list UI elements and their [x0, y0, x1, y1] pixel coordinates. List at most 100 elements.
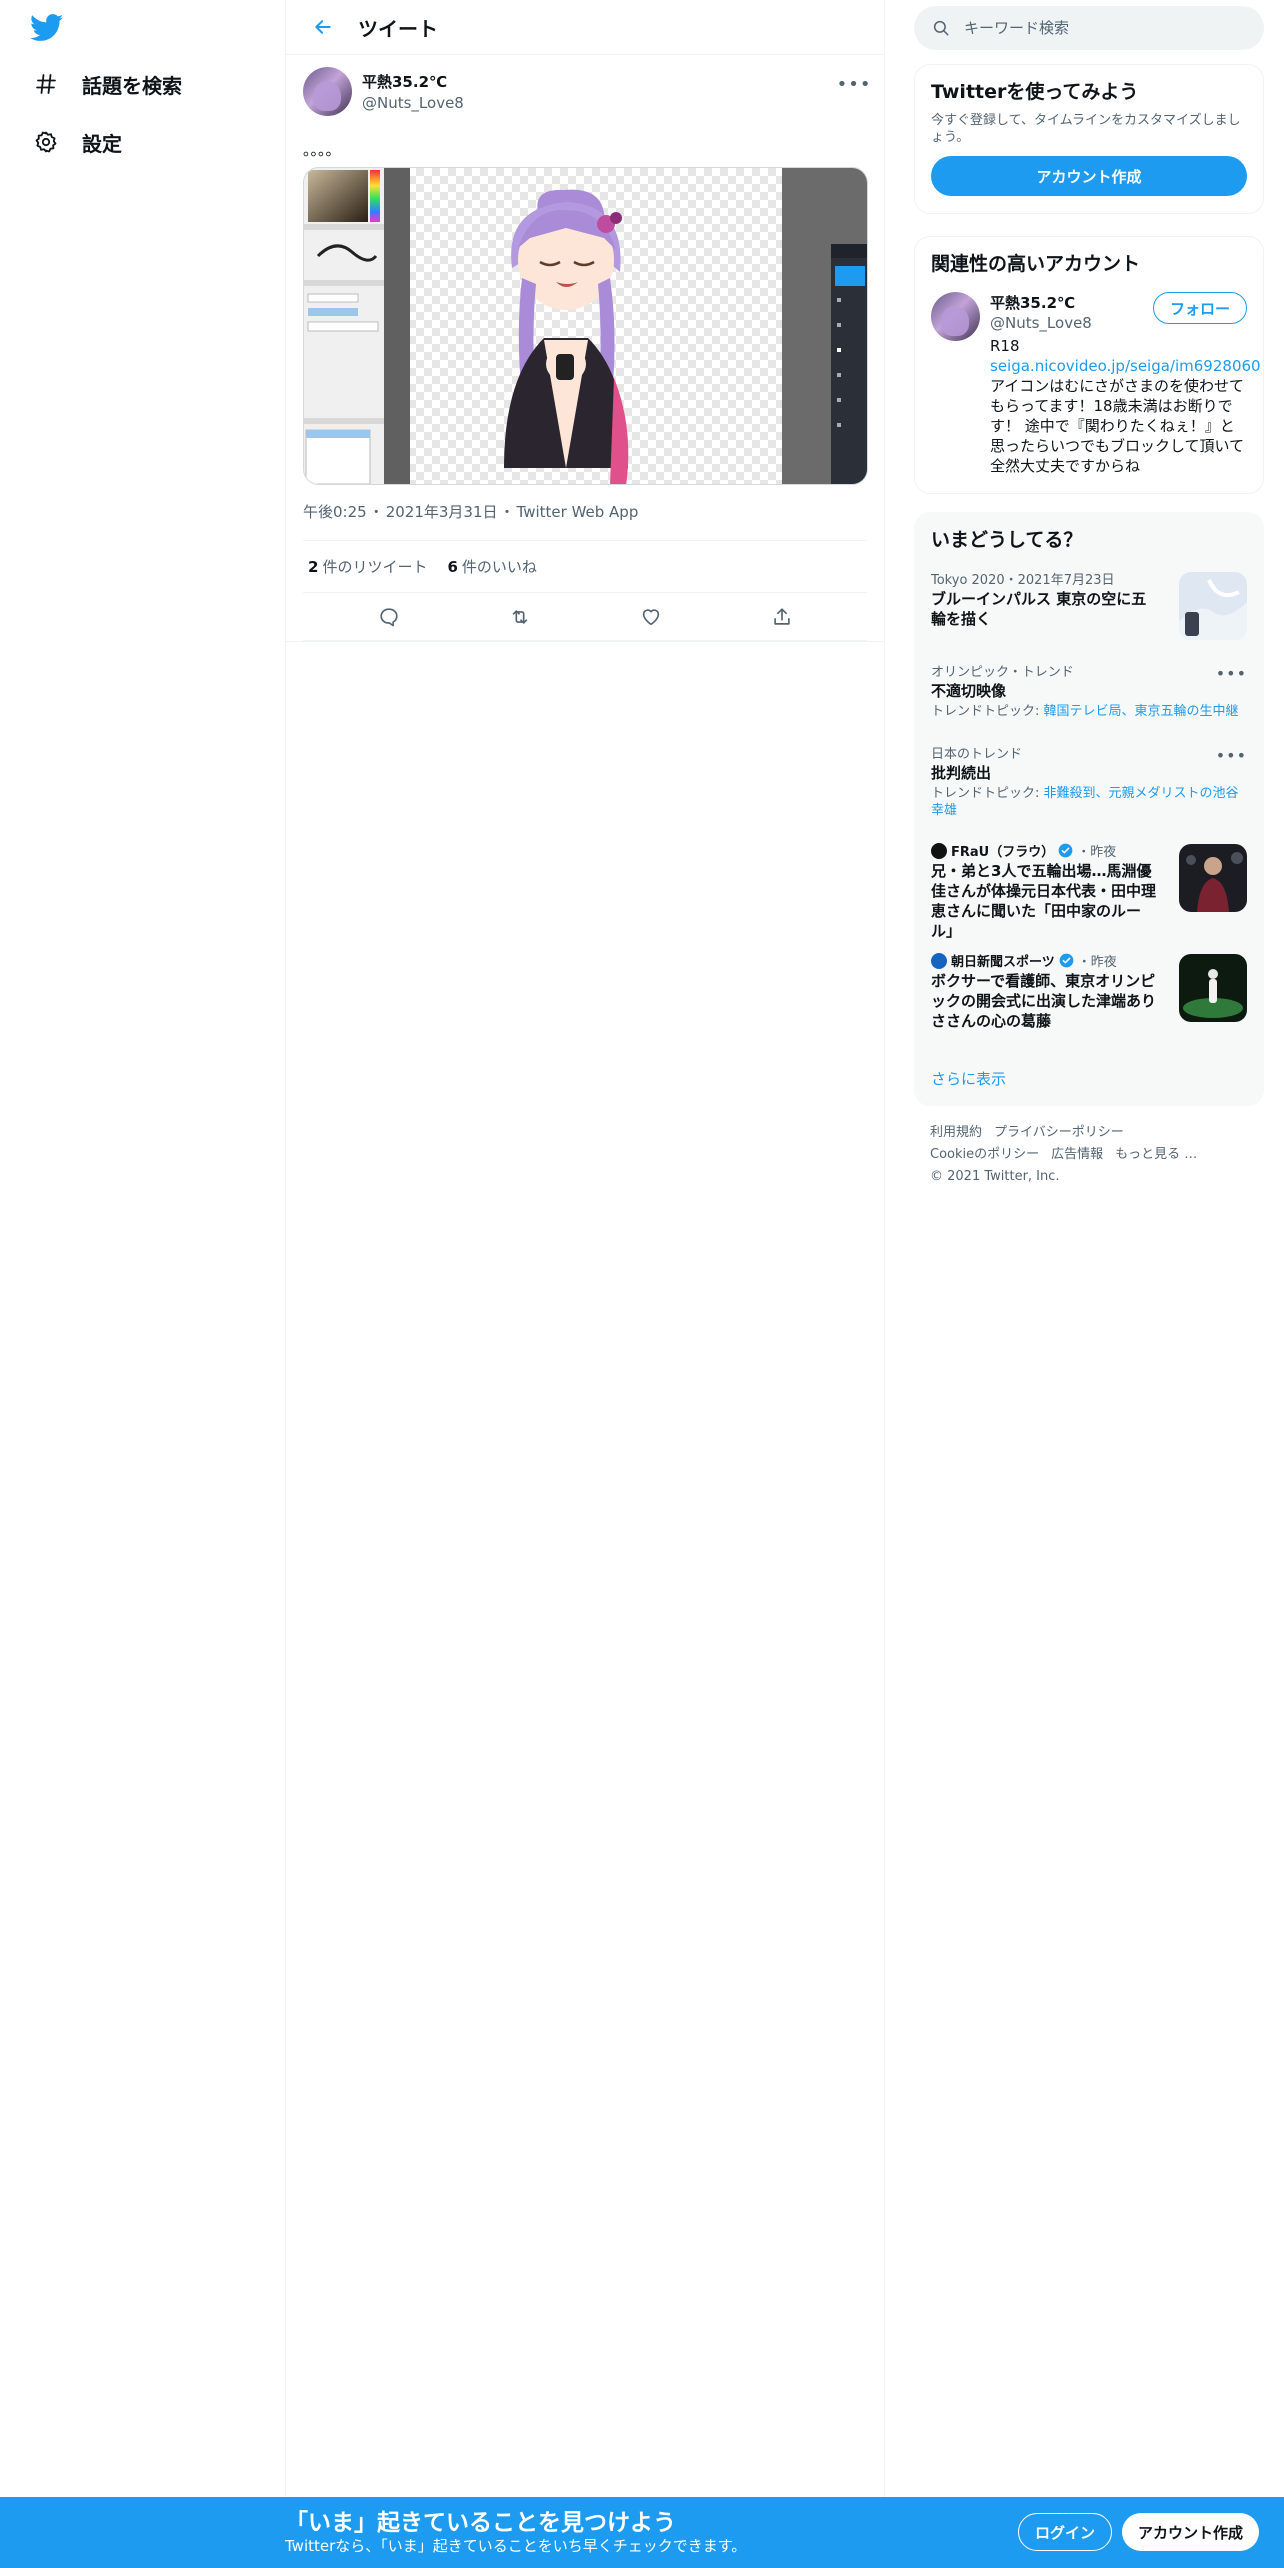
search-input[interactable]	[964, 19, 1234, 37]
trend-item[interactable]: オリンピック・トレンド 不適切映像 トレンドトピック: 韓国テレビ局、東京五輪の…	[915, 652, 1263, 734]
tweet-time: 午後0:25	[303, 503, 367, 521]
tweet-stats: 2 件のリツイート 6 件のいいね	[303, 540, 867, 593]
primary-column: ツイート 平熱35.2℃ @Nuts_Love8 ••• 。。。。 午後0:25…	[285, 0, 885, 2497]
user-handle[interactable]: @Nuts_Love8	[362, 94, 464, 112]
trend-topics: トレンドトピック: 韓国テレビ局、東京五輪の生中継	[931, 703, 1247, 720]
retweet-label: 件のリツイート	[322, 558, 428, 576]
bottom-bar-subtitle: Twitterなら、「いま」起きていることをいち早くチェックできます。	[285, 2537, 747, 2555]
trends-title: いまどうしてる？	[931, 529, 1083, 551]
trend-title: 不適切映像	[931, 682, 1007, 700]
trend-image	[1179, 572, 1247, 640]
tweet: 平熱35.2℃ @Nuts_Love8 ••• 。。。。 午後0:25 ・ 20…	[286, 55, 884, 642]
footer-links: 利用規約 プライバシーポリシー Cookieのポリシー 広告情報 もっと見る … © …	[914, 1122, 1264, 1188]
news-title: ボクサーで看護師、東京オリンピックの開会式に出演した津端ありささんの心の葛藤	[931, 972, 1157, 1030]
reply-button[interactable]	[369, 597, 409, 637]
divider	[286, 641, 884, 642]
avatar[interactable]	[303, 66, 352, 116]
signup-button[interactable]: アカウント作成	[1122, 2513, 1260, 2551]
arrow-left-icon	[315, 20, 331, 34]
trend-item[interactable]: 日本のトレンド 批判続出 トレンドトピック: 非難殺到、元親メダリストの池谷幸雄…	[915, 734, 1263, 832]
related-accounts-card: 関連性の高いアカウント 平熱35.2℃ @Nuts_Love8 R18 seig…	[914, 236, 1264, 494]
show-more-link[interactable]: さらに表示	[915, 1052, 1263, 1105]
news-source: FRaU（フラウ）	[951, 845, 1055, 860]
user-name[interactable]: 平熱35.2℃	[362, 71, 464, 92]
trend-topics-prefix: トレンドトピック:	[931, 786, 1044, 801]
like-button[interactable]	[631, 597, 671, 637]
tweet-text: 。。。。	[303, 141, 341, 159]
tweet-image[interactable]	[303, 167, 868, 485]
footer-link-cookies[interactable]: Cookieのポリシー	[930, 1147, 1039, 1162]
footer-link-privacy[interactable]: プライバシーポリシー	[994, 1125, 1124, 1140]
reply-icon	[379, 607, 398, 626]
footer-link-more[interactable]: もっと見る …	[1115, 1147, 1197, 1162]
signup-card: Twitterを使ってみよう 今すぐ登録して、タイムラインをカスタマイズしましょ…	[914, 64, 1264, 214]
news-image	[1179, 954, 1247, 1022]
verified-badge-icon	[1058, 843, 1073, 858]
retweet-number: 2	[308, 558, 319, 576]
related-title: 関連性の高いアカウント	[931, 253, 1141, 275]
tweet-actions	[303, 593, 867, 641]
related-bio-link[interactable]: seiga.nicovideo.jp/seiga/im6928060	[990, 356, 1261, 376]
follow-button[interactable]: フォロー	[1152, 292, 1247, 324]
trend-topics-links[interactable]: 韓国テレビ局、東京五輪の生中継	[1044, 704, 1239, 719]
back-button[interactable]	[306, 10, 340, 44]
create-account-button[interactable]: アカウント作成	[931, 156, 1247, 196]
related-account[interactable]: 平熱35.2℃ @Nuts_Love8 R18 seiga.nicovideo.…	[931, 292, 1261, 476]
trend-title: 批判続出	[931, 764, 992, 782]
search-icon	[933, 20, 949, 36]
verified-badge-icon	[1059, 953, 1074, 968]
footer-link-terms[interactable]: 利用規約	[930, 1125, 982, 1140]
news-item[interactable]: FRaU（フラウ） ・昨夜 兄・弟と3人で五輪出場…馬淵優佳さんが体操元日本代表…	[915, 832, 1263, 942]
retweet-icon	[512, 609, 527, 624]
trend-meta: オリンピック・トレンド	[931, 665, 1074, 680]
related-bio-text: アイコンはむにさがさまのを使わせてもらってます！18歳未満はお断りです！ 途中で…	[990, 377, 1245, 475]
trend-topics-prefix: トレンドトピック:	[931, 704, 1044, 719]
hashtag-icon	[32, 70, 60, 98]
news-image	[1179, 844, 1247, 912]
footer-link-ads[interactable]: 広告情報	[1051, 1147, 1103, 1162]
trend-item[interactable]: Tokyo 2020・2021年7月23日 ブルーインパルス 東京の空に五輪を描…	[915, 560, 1263, 652]
related-bio: R18	[990, 337, 1020, 355]
signup-description: 今すぐ登録して、タイムラインをカスタマイズしましょう。	[931, 113, 1241, 145]
retweet-count[interactable]: 2 件のリツイート	[308, 556, 427, 577]
trend-title: ブルーインパルス 東京の空に五輪を描く	[931, 590, 1147, 628]
news-source: 朝日新聞スポーツ	[951, 955, 1055, 970]
tweet-date: 2021年3月31日	[385, 503, 498, 521]
signup-title: Twitterを使ってみよう	[931, 81, 1139, 103]
copyright: © 2021 Twitter, Inc.	[930, 1169, 1060, 1184]
left-nav: 話題を検索 設定	[0, 0, 285, 2497]
news-item[interactable]: 朝日新聞スポーツ ・昨夜 ボクサーで看護師、東京オリンピックの開会式に出演した津…	[915, 942, 1263, 1052]
news-time: ・昨夜	[1077, 845, 1117, 860]
source-logo-icon	[931, 842, 947, 859]
tweet-header: 平熱35.2℃ @Nuts_Love8	[303, 65, 867, 117]
share-icon	[773, 607, 790, 625]
share-button[interactable]	[762, 597, 802, 637]
tweet-source: Twitter Web App	[516, 503, 639, 521]
like-number: 6	[447, 558, 458, 576]
avatar[interactable]	[931, 292, 980, 341]
news-time: ・昨夜	[1077, 955, 1117, 970]
source-logo-icon	[931, 952, 947, 969]
login-button[interactable]: ログイン	[1018, 2513, 1113, 2551]
page-title: ツイート	[358, 16, 438, 41]
nav-label-explore: 話題を検索	[82, 73, 182, 98]
search-box[interactable]	[914, 6, 1264, 50]
bottom-signup-bar: 「いま」起きていることを見つけよう Twitterなら、「いま」起きていることを…	[0, 2497, 1284, 2568]
news-title: 兄・弟と3人で五輪出場…馬淵優佳さんが体操元日本代表・田中理恵さんに聞いた「田中…	[931, 862, 1157, 940]
tweet-timestamp[interactable]: 午後0:25 ・ 2021年3月31日・ Twitter Web App	[303, 501, 867, 523]
more-icon[interactable]: •••	[837, 73, 871, 95]
more-icon[interactable]: •••	[1216, 664, 1247, 683]
drawing-app-illustration	[304, 168, 867, 484]
nav-item-settings[interactable]: 設定	[32, 122, 122, 162]
trend-meta: 日本のトレンド	[931, 747, 1023, 762]
more-icon[interactable]: •••	[1216, 746, 1247, 765]
retweet-button[interactable]	[500, 597, 540, 637]
heart-icon	[642, 608, 659, 625]
nav-item-explore[interactable]: 話題を検索	[32, 64, 182, 104]
trends-card: いまどうしてる？ Tokyo 2020・2021年7月23日 ブルーインパルス …	[914, 512, 1264, 1106]
trend-topics: トレンドトピック: 非難殺到、元親メダリストの池谷幸雄	[931, 785, 1247, 819]
nav-label-settings: 設定	[82, 131, 122, 156]
like-label: 件のいいね	[461, 558, 537, 576]
twitter-logo-icon[interactable]	[29, 14, 64, 42]
like-count[interactable]: 6 件のいいね	[447, 556, 536, 577]
